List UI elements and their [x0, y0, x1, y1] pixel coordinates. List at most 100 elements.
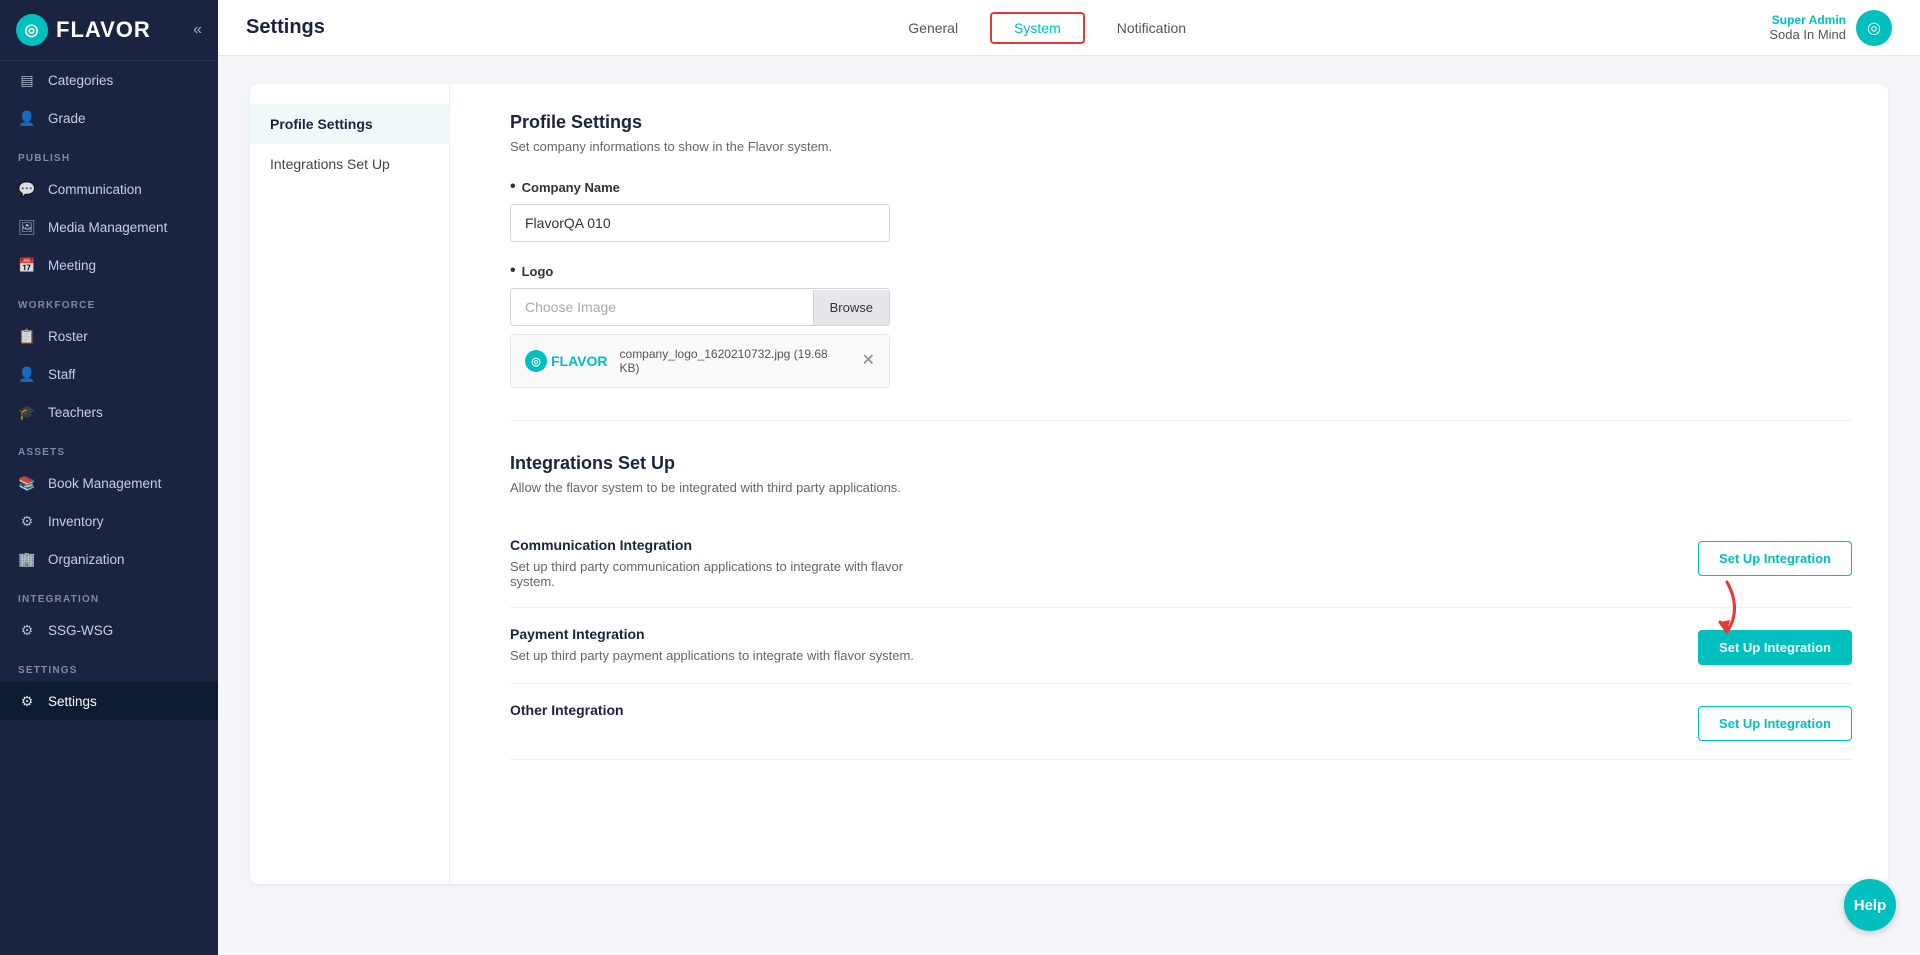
sidebar-item-label-ssg-wsg: SSG-WSG	[48, 623, 113, 638]
user-company: Soda In Mind	[1769, 27, 1846, 42]
logo-brand-text: FLAVOR	[551, 353, 608, 369]
sidebar-item-communication[interactable]: 💬 Communication	[0, 170, 218, 208]
sidebar-item-label-roster: Roster	[48, 329, 88, 344]
profile-settings-title: Profile Settings	[510, 112, 1852, 133]
payment-integration-row: Payment Integration Set up third party p…	[510, 608, 1852, 684]
sidebar-item-label-settings: Settings	[48, 694, 97, 709]
sidebar: ◎ FLAVOR « ▤ Categories 👤 Grade PUBLISH 💬 Comm…	[0, 0, 218, 955]
tab-general[interactable]: General	[884, 12, 982, 44]
other-setup-button[interactable]: Set Up Integration	[1698, 706, 1852, 741]
communication-integration-info: Communication Integration Set up third p…	[510, 537, 930, 589]
integrations-setup-section: Integrations Set Up Allow the flavor sys…	[510, 453, 1852, 760]
topbar-tabs: General System Notification	[884, 12, 1210, 44]
other-integration-row: Other Integration Set Up Integration	[510, 684, 1852, 760]
sidebar-item-media-management[interactable]: 🖼 Media Management	[0, 208, 218, 246]
tab-system[interactable]: System	[990, 12, 1085, 44]
media-management-icon: 🖼	[18, 218, 36, 236]
sidebar-item-inventory[interactable]: ⚙ Inventory	[0, 502, 218, 540]
tab-notification[interactable]: Notification	[1093, 12, 1210, 44]
sidebar-item-label-meeting: Meeting	[48, 258, 96, 273]
sidebar-item-label-categories: Categories	[48, 73, 113, 88]
sidebar-section-label-publish: PUBLISH	[0, 137, 218, 170]
sidebar-collapse-button[interactable]: «	[193, 21, 202, 39]
brand-logo: ◎ FLAVOR	[16, 14, 151, 46]
sidebar-item-label-organization: Organization	[48, 552, 125, 567]
inventory-icon: ⚙	[18, 512, 36, 530]
logo-field: Logo Choose Image Browse ◎ FLAVOR compan…	[510, 262, 1852, 388]
logo-label: Logo	[510, 262, 1852, 280]
avatar: ◎	[1856, 10, 1892, 46]
topbar: Settings General System Notification Sup…	[218, 0, 1920, 56]
sidebar-item-label-inventory: Inventory	[48, 514, 104, 529]
other-integration-title: Other Integration	[510, 702, 624, 718]
sidebar-item-book-management[interactable]: 📚 Book Management	[0, 464, 218, 502]
meeting-icon: 📅	[18, 256, 36, 274]
sidebar-item-staff[interactable]: 👤 Staff	[0, 355, 218, 393]
brand-icon: ◎	[16, 14, 48, 46]
company-name-field: Company Name	[510, 178, 1852, 242]
browse-button[interactable]: Browse	[813, 290, 889, 325]
settings-main-content: Profile Settings Set company information…	[474, 84, 1888, 884]
sidebar-section-label-integration: INTEGRATION	[0, 578, 218, 611]
ssg-wsg-icon: ⚙	[18, 621, 36, 639]
organization-icon: 🏢	[18, 550, 36, 568]
sidebar-item-label-media-management: Media Management	[48, 220, 167, 235]
settings-nav-integrations[interactable]: Integrations Set Up	[250, 144, 449, 184]
integrations-desc: Allow the flavor system to be integrated…	[510, 480, 1852, 495]
integrations-title: Integrations Set Up	[510, 453, 1852, 474]
sidebar-item-grade[interactable]: 👤 Grade	[0, 99, 218, 137]
sidebar-item-roster[interactable]: 📋 Roster	[0, 317, 218, 355]
settings-nav-profile[interactable]: Profile Settings	[250, 104, 449, 144]
red-arrow-annotation	[1672, 574, 1742, 644]
sidebar-item-label-book-management: Book Management	[48, 476, 161, 491]
logo-file-preview: ◎ FLAVOR company_logo_1620210732.jpg (19…	[510, 334, 890, 388]
sidebar-item-label-staff: Staff	[48, 367, 76, 382]
section-divider	[510, 420, 1852, 421]
settings-icon: ⚙	[18, 692, 36, 710]
sidebar-nav: ▤ Categories 👤 Grade PUBLISH 💬 Communication 🖼 M…	[0, 61, 218, 720]
roster-icon: 📋	[18, 327, 36, 345]
book-management-icon: 📚	[18, 474, 36, 492]
grade-icon: 👤	[18, 109, 36, 127]
user-role: Super Admin	[1769, 13, 1846, 27]
page-title: Settings	[246, 16, 325, 39]
sidebar-item-organization[interactable]: 🏢 Organization	[0, 540, 218, 578]
sidebar-header: ◎ FLAVOR «	[0, 0, 218, 61]
content-area: Profile Settings Integrations Set Up Pro…	[218, 56, 1920, 955]
communication-integration-desc: Set up third party communication applica…	[510, 559, 930, 589]
payment-integration-info: Payment Integration Set up third party p…	[510, 626, 914, 663]
user-area: Super Admin Soda In Mind ◎	[1769, 10, 1892, 46]
logo-preview-icon: ◎ FLAVOR	[525, 350, 608, 372]
sidebar-item-settings[interactable]: ⚙ Settings	[0, 682, 218, 720]
main-wrapper: Settings General System Notification Sup…	[218, 0, 1920, 955]
payment-btn-area: Set Up Integration	[1698, 626, 1852, 665]
sidebar-item-label-grade: Grade	[48, 111, 86, 126]
sidebar-section-label-assets: ASSETS	[0, 431, 218, 464]
help-button[interactable]: Help	[1844, 879, 1896, 931]
file-remove-button[interactable]: ✕	[862, 353, 875, 369]
sidebar-item-ssg-wsg[interactable]: ⚙ SSG-WSG	[0, 611, 218, 649]
sidebar-item-categories[interactable]: ▤ Categories	[0, 61, 218, 99]
categories-icon: ▤	[18, 71, 36, 89]
teachers-icon: 🎓	[18, 403, 36, 421]
sidebar-item-label-communication: Communication	[48, 182, 142, 197]
profile-settings-section: Profile Settings Set company information…	[510, 112, 1852, 388]
sidebar-item-label-teachers: Teachers	[48, 405, 103, 420]
sidebar-item-teachers[interactable]: 🎓 Teachers	[0, 393, 218, 431]
sidebar-item-meeting[interactable]: 📅 Meeting	[0, 246, 218, 284]
file-name-label: company_logo_1620210732.jpg (19.68 KB)	[620, 347, 850, 375]
communication-icon: 💬	[18, 180, 36, 198]
staff-icon: 👤	[18, 365, 36, 383]
company-name-label: Company Name	[510, 178, 1852, 196]
user-info: Super Admin Soda In Mind	[1769, 13, 1846, 42]
profile-settings-desc: Set company informations to show in the …	[510, 139, 1852, 154]
payment-integration-title: Payment Integration	[510, 626, 914, 642]
communication-integration-row: Communication Integration Set up third p…	[510, 519, 1852, 608]
communication-setup-button[interactable]: Set Up Integration	[1698, 541, 1852, 576]
company-name-input[interactable]	[510, 204, 890, 242]
sidebar-section-label-workforce: WORKFORCE	[0, 284, 218, 317]
payment-integration-desc: Set up third party payment applications …	[510, 648, 914, 663]
brand-name: FLAVOR	[56, 17, 151, 43]
settings-sidebar-nav: Profile Settings Integrations Set Up	[250, 84, 450, 884]
logo-placeholder: Choose Image	[511, 289, 813, 325]
